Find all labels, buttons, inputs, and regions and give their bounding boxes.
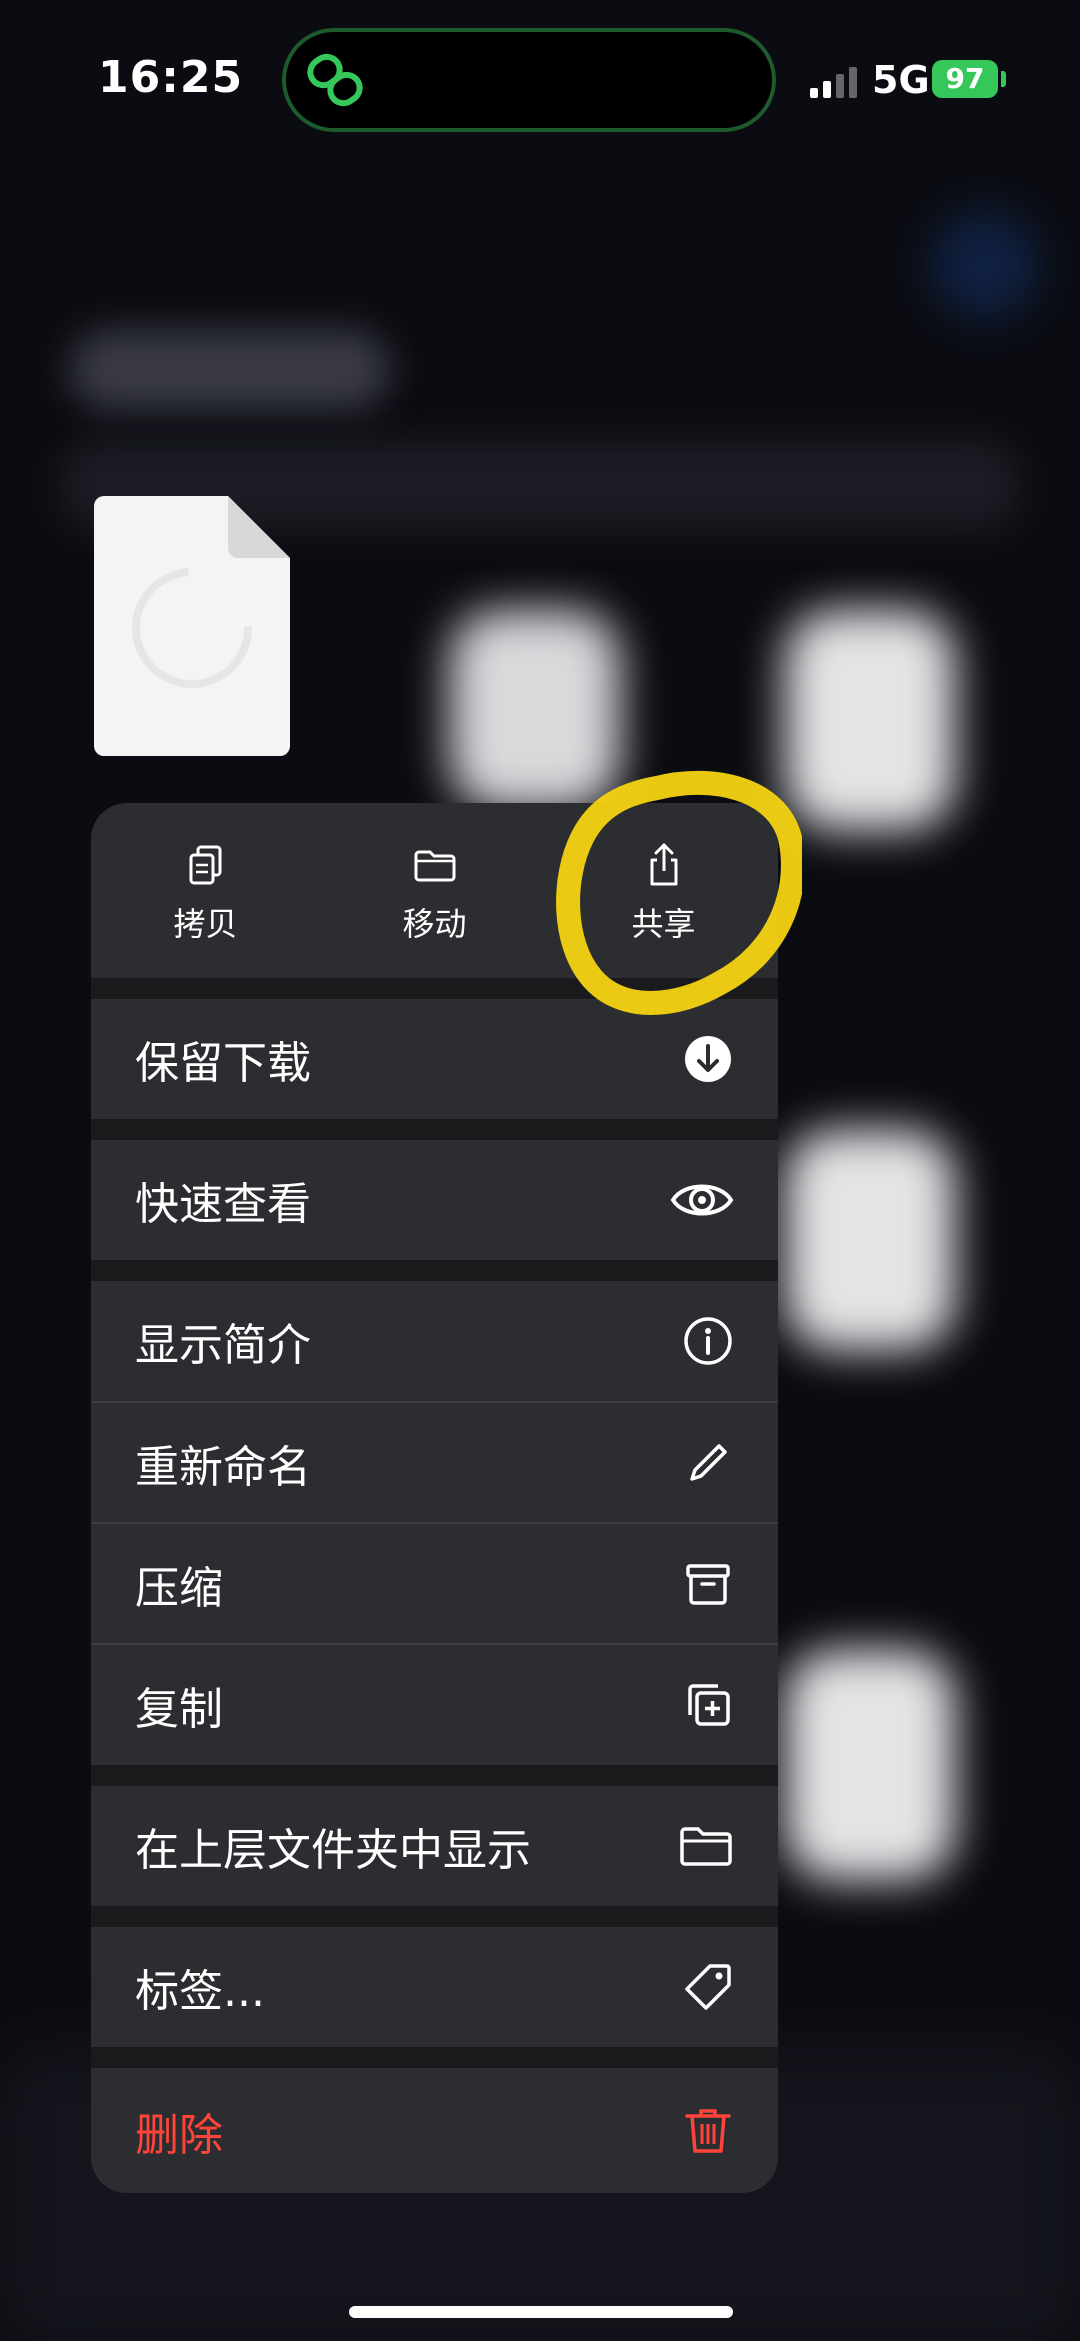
battery-cap: [1001, 71, 1006, 87]
move-button[interactable]: 移动: [320, 803, 549, 978]
menu-item-tags[interactable]: 标签...: [91, 1927, 778, 2047]
duplicate-icon: [688, 1684, 730, 1726]
status-bar: 16:25 5G 97: [0, 0, 1080, 150]
menu-item-quick-look[interactable]: 快速查看: [91, 1140, 778, 1260]
dynamic-island[interactable]: [282, 28, 776, 132]
battery-indicator: 97: [932, 60, 998, 98]
info-icon: [684, 1317, 732, 1365]
copy-label: 拷贝: [173, 905, 238, 943]
menu-item-rename[interactable]: 重新命名: [91, 1403, 778, 1522]
menu-item-delete[interactable]: 删除: [91, 2068, 778, 2193]
trash-icon: [685, 2108, 731, 2153]
folder-icon: [680, 1827, 732, 1866]
pencil-icon: [690, 1443, 727, 1481]
menu-item-show-in-enclosing-folder[interactable]: 在上层文件夹中显示: [91, 1786, 778, 1906]
archive-icon: [686, 1563, 730, 1605]
annotation-circle: [556, 770, 802, 1015]
folder-icon: [414, 850, 455, 882]
tag-icon: [685, 1964, 731, 2010]
menu-item-compress[interactable]: 压缩: [91, 1524, 778, 1643]
copy-icon: [189, 845, 221, 885]
home-indicator[interactable]: [349, 2306, 733, 2318]
network-label: 5G: [872, 58, 930, 102]
menu-item-get-info[interactable]: 显示简介: [91, 1281, 778, 1401]
battery-level: 97: [945, 62, 985, 95]
download-circle-icon: [685, 1036, 731, 1082]
eye-icon: [670, 1184, 734, 1216]
copy-button[interactable]: 拷贝: [91, 803, 320, 978]
link-icon: [307, 53, 363, 107]
move-label: 移动: [402, 905, 467, 943]
signal-icon: [810, 67, 857, 98]
status-time: 16:25: [98, 52, 244, 103]
file-thumbnail: [94, 496, 290, 756]
menu-item-duplicate[interactable]: 复制: [91, 1645, 778, 1765]
